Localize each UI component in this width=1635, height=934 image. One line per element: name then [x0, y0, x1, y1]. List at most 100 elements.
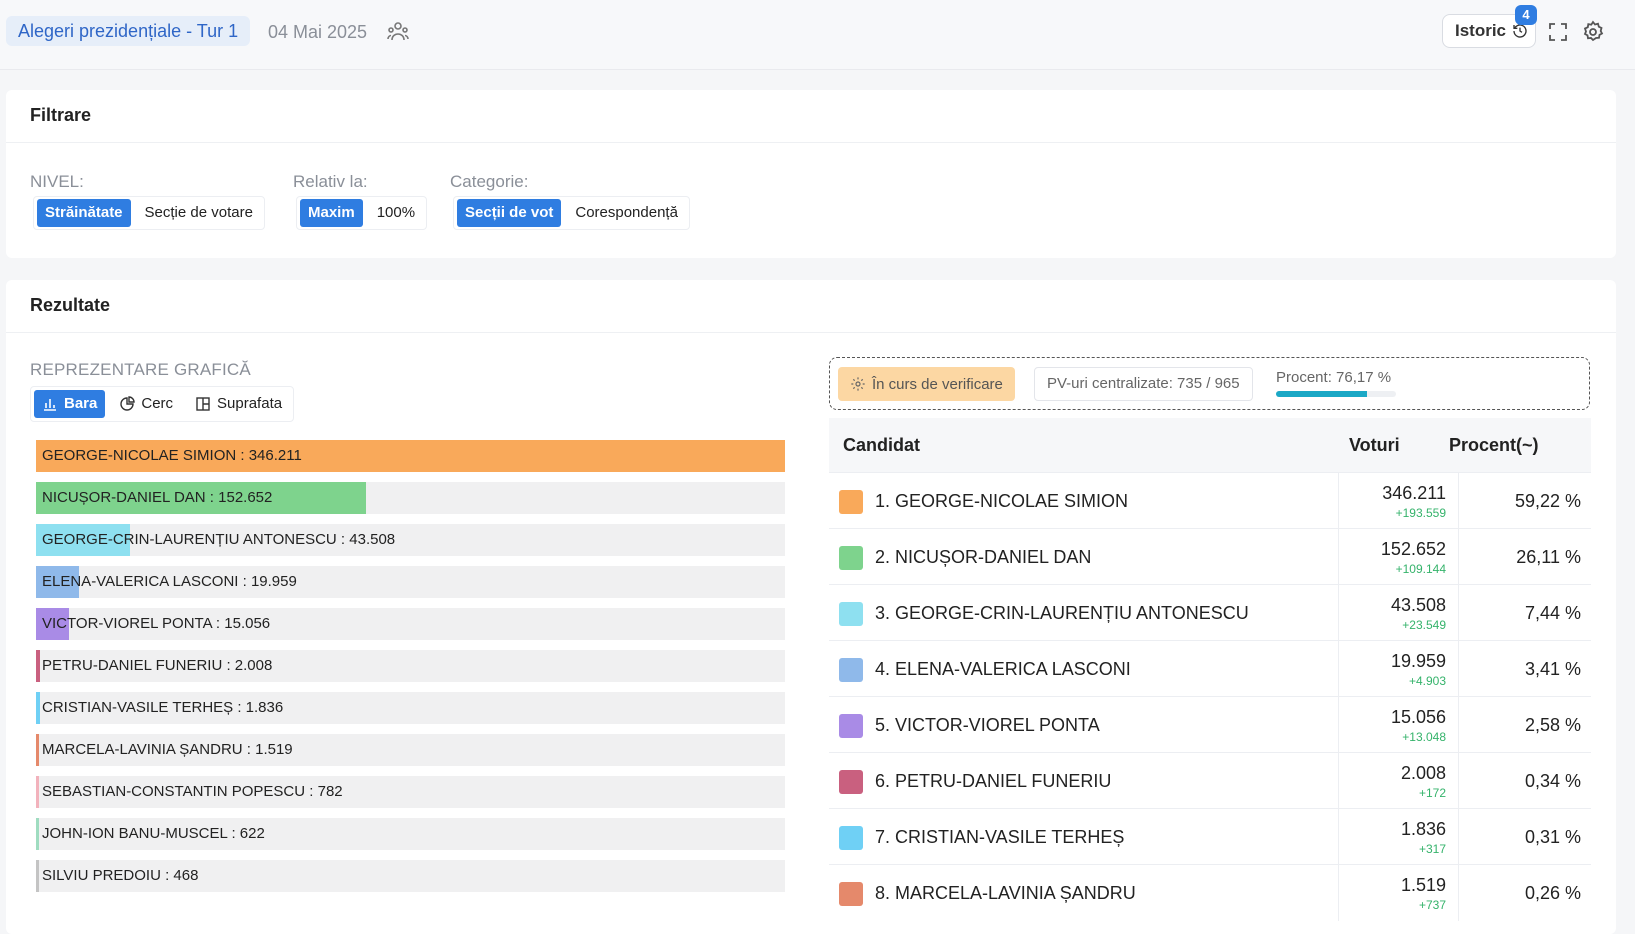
table-row[interactable]: 8. MARCELA-LAVINIA ȘANDRU 1.519 +737 0,26 %	[829, 864, 1591, 921]
bar-row[interactable]: ELENA-VALERICA LASCONI : 19.959	[36, 566, 785, 598]
bar-chart-icon	[44, 399, 56, 411]
table-row[interactable]: 1. GEORGE-NICOLAE SIMION 346.211 +193.559 5…	[829, 472, 1591, 529]
bar	[36, 818, 39, 850]
procent-text: Procent: 76,17 %	[1276, 369, 1392, 386]
votes-delta: +172	[1418, 786, 1446, 800]
categorie-selector: Secții de vot Corespondență	[453, 196, 690, 230]
table-row[interactable]: 3. GEORGE-CRIN-LAURENȚIU ANTONESCU 43.508…	[829, 584, 1591, 641]
votes-cell: 2.008 +172	[1338, 753, 1459, 809]
table-row[interactable]: 5. VICTOR-VIOREL PONTA 15.056 +13.048 2,58 …	[829, 696, 1591, 753]
istoric-label: Istoric	[1455, 21, 1507, 40]
option-sectii-de-vot[interactable]: Secții de vot	[457, 199, 562, 227]
bar-row[interactable]: MARCELA-LAVINIA ȘANDRU : 1.519	[36, 734, 785, 766]
top-bar: Alegeri prezidențiale - Tur 1 04 Mai 202…	[0, 0, 1635, 70]
bar-row[interactable]: VICTOR-VIOREL PONTA : 15.056	[36, 608, 785, 640]
candidate-color-swatch	[839, 658, 863, 682]
bar-label: VICTOR-VIOREL PONTA : 15.056	[42, 615, 271, 632]
bar-label: NICUȘOR-DANIEL DAN : 152.652	[42, 489, 273, 506]
percent-value: 26,11 %	[1516, 547, 1581, 567]
bar-label: PETRU-DANIEL FUNERIU : 2.008	[42, 657, 273, 674]
bar-label: GEORGE-NICOLAE SIMION : 346.211	[42, 447, 302, 464]
election-date: 04 Mai 2025	[268, 22, 368, 42]
votes-delta: +193.559	[1395, 506, 1446, 520]
candidate-name: 8. MARCELA-LAVINIA ȘANDRU	[875, 883, 1136, 903]
table-row[interactable]: 6. PETRU-DANIEL FUNERIU 2.008 +172 0,34 %	[829, 752, 1591, 809]
pie-chart-icon	[120, 396, 136, 411]
candidate-name: 4. ELENA-VALERICA LASCONI	[875, 659, 1131, 679]
relativ-selector: Maxim 100%	[296, 196, 428, 230]
votes-value: 152.652	[1380, 539, 1446, 559]
bar-label: MARCELA-LAVINIA ȘANDRU : 1.519	[42, 741, 293, 758]
votes-cell: 43.508 +23.549	[1338, 585, 1459, 641]
candidate-color-swatch	[839, 602, 863, 626]
table-row[interactable]: 7. CRISTIAN-VASILE TERHEȘ 1.836 +317 0,31 %	[829, 808, 1591, 865]
candidate-name: 2. NICUȘOR-DANIEL DAN	[875, 547, 1092, 567]
status-box: În curs de verificare PV-uri centralizat…	[829, 357, 1590, 410]
votes-delta: +737	[1418, 898, 1446, 912]
procent-progress-fill	[1276, 391, 1368, 397]
verification-badge: În curs de verificare	[838, 367, 1015, 401]
bar-label: GEORGE-CRIN-LAURENȚIU ANTONESCU : 43.508	[42, 531, 396, 548]
votes-value: 43.508	[1390, 595, 1446, 615]
option-sectie-de-votare[interactable]: Secție de votare	[137, 199, 261, 227]
bar	[36, 650, 40, 682]
percent-value: 7,44 %	[1524, 603, 1581, 623]
chart-type-suprafata[interactable]: Suprafata	[187, 390, 290, 418]
bar-row[interactable]: CRISTIAN-VASILE TERHEȘ : 1.836	[36, 692, 785, 724]
bar	[36, 860, 39, 892]
candidate-color-swatch	[839, 770, 863, 794]
candidate-color-swatch	[839, 826, 863, 850]
candidate-name: 3. GEORGE-CRIN-LAURENȚIU ANTONESCU	[875, 603, 1249, 623]
bar-row[interactable]: SEBASTIAN-CONSTANTIN POPESCU : 782	[36, 776, 785, 808]
percent-value: 0,26 %	[1524, 883, 1581, 903]
table-row[interactable]: 2. NICUȘOR-DANIEL DAN 152.652 +109.144 26,1…	[829, 528, 1591, 585]
bar-row[interactable]: GEORGE-NICOLAE SIMION : 346.211	[36, 440, 785, 472]
candidate-name: 5. VICTOR-VIOREL PONTA	[875, 715, 1100, 735]
gear-icon[interactable]	[1581, 20, 1605, 44]
fullscreen-icon[interactable]	[1546, 20, 1570, 44]
istoric-badge: 4	[1515, 5, 1537, 25]
procent-progress	[1276, 391, 1396, 397]
percent-value: 2,58 %	[1524, 715, 1581, 735]
candidate-color-swatch	[839, 714, 863, 738]
nivel-selector: Străinătate Secție de votare	[33, 196, 265, 230]
option-corespondenta[interactable]: Corespondență	[567, 199, 686, 227]
votes-cell: 1.836 +317	[1338, 809, 1459, 865]
bar-row[interactable]: JOHN-ION BANU-MUSCEL : 622	[36, 818, 785, 850]
results-title: Rezultate	[30, 295, 111, 315]
bar-label: SILVIU PREDOIU : 468	[42, 867, 199, 884]
votes-value: 19.959	[1390, 651, 1446, 671]
candidate-color-swatch	[839, 490, 863, 514]
option-100-percent[interactable]: 100%	[369, 199, 423, 227]
percent-value: 3,41 %	[1524, 659, 1581, 679]
bar-row[interactable]: PETRU-DANIEL FUNERIU : 2.008	[36, 650, 785, 682]
filter-label-categorie: Categorie:	[450, 172, 529, 191]
chart-type-label: REPREZENTARE GRAFICĂ	[30, 360, 251, 379]
votes-cell: 15.056 +13.048	[1338, 697, 1459, 753]
chart-type-cerc[interactable]: Cerc	[111, 390, 181, 418]
option-maxim[interactable]: Maxim	[300, 199, 363, 227]
chart-type-bara-label: Bara	[64, 395, 98, 412]
chart-type-suprafata-label: Suprafata	[217, 395, 283, 412]
table-row[interactable]: 4. ELENA-VALERICA LASCONI 19.959 +4.903 3,4…	[829, 640, 1591, 697]
bar-row[interactable]: NICUȘOR-DANIEL DAN : 152.652	[36, 482, 785, 514]
filter-label-relativ: Relativ la:	[293, 172, 368, 191]
people-icon[interactable]	[386, 20, 410, 44]
candidate-name: 1. GEORGE-NICOLAE SIMION	[875, 491, 1129, 511]
header-procent[interactable]: Procent(~)	[1449, 418, 1539, 472]
candidate-name: 7. CRISTIAN-VASILE TERHEȘ	[875, 827, 1125, 847]
bar-label: ELENA-VALERICA LASCONI : 19.959	[42, 573, 297, 590]
istoric-button[interactable]: Istoric 4	[1442, 5, 1537, 48]
filter-title: Filtrare	[30, 105, 92, 125]
bar-row[interactable]: SILVIU PREDOIU : 468	[36, 860, 785, 892]
votes-value: 1.836	[1400, 819, 1446, 839]
votes-delta: +23.549	[1402, 618, 1446, 632]
election-title[interactable]: Alegeri prezidențiale - Tur 1	[6, 16, 251, 46]
bar-row[interactable]: GEORGE-CRIN-LAURENȚIU ANTONESCU : 43.508	[36, 524, 785, 556]
header-voturi[interactable]: Voturi	[1349, 418, 1400, 472]
candidate-color-swatch	[839, 882, 863, 906]
header-candidat[interactable]: Candidat	[843, 418, 920, 472]
bar	[36, 776, 39, 808]
option-strainatate[interactable]: Străinătate	[37, 199, 131, 227]
chart-type-bara[interactable]: Bara	[34, 390, 106, 418]
